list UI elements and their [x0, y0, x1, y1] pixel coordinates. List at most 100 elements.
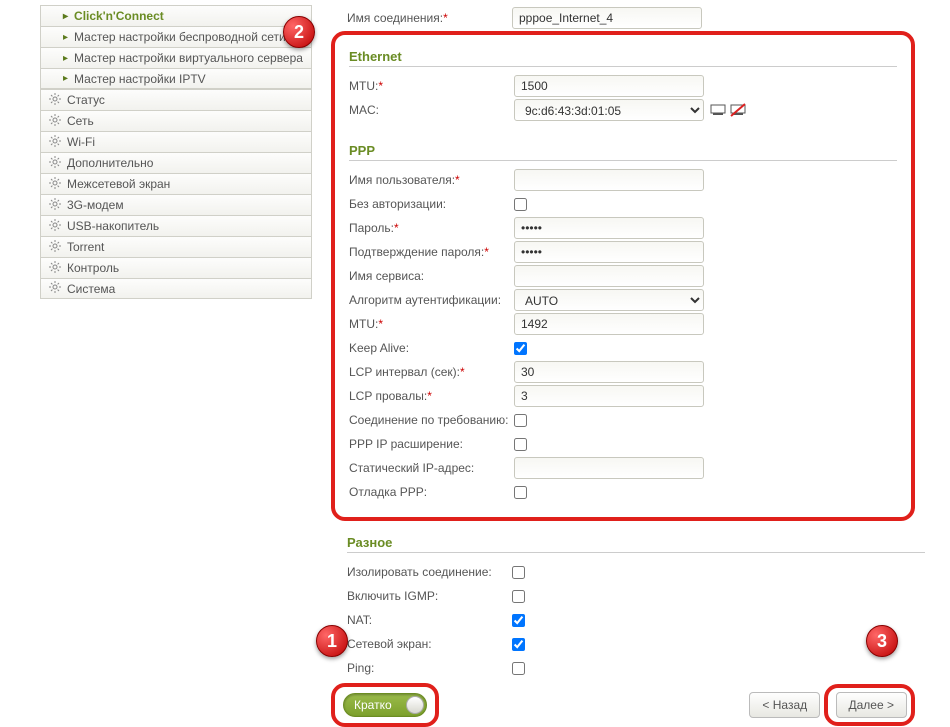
- back-button[interactable]: < Назад: [749, 692, 820, 718]
- sidebar-menu-item[interactable]: Система: [40, 278, 312, 299]
- misc-ping-checkbox[interactable]: [512, 662, 525, 675]
- ppp-mtu-input[interactable]: [514, 313, 704, 335]
- ppp-ondemand-checkbox[interactable]: [514, 414, 527, 427]
- sidebar-submenu-item[interactable]: ▸Мастер настройки виртуального сервера: [40, 47, 312, 68]
- sidebar-menu-item[interactable]: Контроль: [40, 257, 312, 278]
- sidebar-submenu-item[interactable]: ▸ Click'n'Connect: [40, 5, 312, 26]
- gear-icon: [49, 219, 67, 234]
- misc-isolate-checkbox[interactable]: [512, 566, 525, 579]
- eth-mtu-label: MTU:*: [349, 79, 514, 93]
- next-button[interactable]: Далее >: [836, 692, 908, 718]
- connection-name-label: Имя соединения:*: [347, 11, 512, 25]
- ppp-keepalive-checkbox[interactable]: [514, 342, 527, 355]
- sidebar-item-label: Межсетевой экран: [67, 177, 170, 191]
- eth-mac-label: MAC:: [349, 103, 514, 117]
- sidebar-item-label: Сеть: [67, 114, 94, 128]
- misc-isolate-label: Изолировать соединение:: [347, 565, 512, 579]
- main-panel: Имя соединения:* Ethernet MTU:* MAC: 9c:…: [312, 5, 925, 727]
- sidebar-submenu-item[interactable]: ▸ Мастер настройки беспроводной сети: [40, 26, 312, 47]
- ppp-authalg-label: Алгоритм аутентификации:: [349, 293, 514, 307]
- sidebar-item-label: Мастер настройки IPTV: [74, 72, 206, 86]
- sidebar: ▸ Click'n'Connect ▸ Мастер настройки беспро…: [40, 5, 312, 727]
- chevron-right-icon: ▸: [63, 73, 68, 84]
- ppp-noauth-label: Без авторизации:: [349, 197, 514, 211]
- gear-icon: [49, 135, 67, 150]
- ppp-ipext-checkbox[interactable]: [514, 438, 527, 451]
- brief-toggle[interactable]: Кратко: [343, 693, 427, 717]
- ppp-lcp-interval-input[interactable]: [514, 361, 704, 383]
- ppp-lcp-interval-label: LCP интервал (сек):*: [349, 365, 514, 379]
- sidebar-item-label: Wi-Fi: [67, 135, 95, 149]
- sidebar-menu-item[interactable]: Дополнительно: [40, 152, 312, 173]
- eth-mtu-input[interactable]: [514, 75, 704, 97]
- ppp-ipext-label: PPP IP расширение:: [349, 437, 514, 451]
- gear-icon: [49, 240, 67, 255]
- ppp-staticip-label: Статический IP-адрес:: [349, 461, 514, 475]
- sidebar-menu-item[interactable]: Статус: [40, 89, 312, 110]
- sidebar-item-label: Torrent: [67, 240, 104, 254]
- highlight-toggle: Кратко: [331, 683, 439, 727]
- sidebar-item-label: Дополнительно: [67, 156, 153, 170]
- sidebar-item-label: Контроль: [67, 261, 119, 275]
- sidebar-menu-item[interactable]: 3G-модем: [40, 194, 312, 215]
- misc-ping-label: Ping:: [347, 661, 512, 675]
- chevron-right-icon: ▸: [63, 53, 68, 64]
- misc-igmp-label: Включить IGMP:: [347, 589, 512, 603]
- section-ethernet-title: Ethernet: [349, 49, 897, 67]
- sidebar-item-label: Статус: [67, 93, 105, 107]
- ppp-username-label: Имя пользователя:*: [349, 173, 514, 187]
- ppp-username-input[interactable]: [514, 169, 704, 191]
- ppp-authalg-select[interactable]: AUTO: [514, 289, 704, 311]
- highlight-main-settings: Ethernet MTU:* MAC: 9c:d6:43:3d:01:05 PP…: [331, 31, 915, 521]
- sidebar-menu-item[interactable]: Межсетевой экран: [40, 173, 312, 194]
- misc-igmp-checkbox[interactable]: [512, 590, 525, 603]
- ppp-lcp-fail-label: LCP провалы:*: [349, 389, 514, 403]
- gear-icon: [49, 198, 67, 213]
- sidebar-menu-item[interactable]: Wi-Fi: [40, 131, 312, 152]
- misc-nat-label: NAT:: [347, 613, 512, 627]
- brief-toggle-label: Кратко: [354, 698, 392, 712]
- eth-mac-select[interactable]: 9c:d6:43:3d:01:05: [514, 99, 704, 121]
- ppp-password-confirm-input[interactable]: [514, 241, 704, 263]
- sidebar-item-label: 3G-модем: [67, 198, 124, 212]
- section-misc-title: Разное: [347, 535, 925, 553]
- connection-name-input[interactable]: [512, 7, 702, 29]
- chevron-right-icon: ▸: [63, 32, 68, 43]
- sidebar-item-label: Система: [67, 282, 115, 296]
- gear-icon: [49, 261, 67, 276]
- ppp-debug-label: Отладка PPP:: [349, 485, 514, 499]
- misc-fw-label: Сетевой экран:: [347, 637, 512, 651]
- gear-icon: [49, 156, 67, 171]
- chevron-right-icon: ▸: [63, 11, 68, 22]
- ppp-password-confirm-label: Подтверждение пароля:*: [349, 245, 514, 259]
- gear-icon: [49, 281, 67, 296]
- ppp-staticip-input[interactable]: [514, 457, 704, 479]
- misc-fw-checkbox[interactable]: [512, 638, 525, 651]
- ppp-password-input[interactable]: [514, 217, 704, 239]
- gear-icon: [49, 93, 67, 108]
- sidebar-menu-item[interactable]: Сеть: [40, 110, 312, 131]
- misc-nat-checkbox[interactable]: [512, 614, 525, 627]
- sidebar-submenu-item[interactable]: ▸ Мастер настройки IPTV: [40, 68, 312, 89]
- highlight-next: Далее >: [824, 684, 916, 726]
- ppp-ondemand-label: Соединение по требованию:: [349, 413, 514, 427]
- sidebar-menu-item[interactable]: USB-накопитель: [40, 215, 312, 236]
- ppp-service-input[interactable]: [514, 265, 704, 287]
- gear-icon: [49, 177, 67, 192]
- ppp-debug-checkbox[interactable]: [514, 486, 527, 499]
- annotation-marker-2: 2: [283, 16, 315, 48]
- ppp-service-label: Имя сервиса:: [349, 269, 514, 283]
- sidebar-item-label: USB-накопитель: [67, 219, 159, 233]
- sidebar-menu-item[interactable]: Torrent: [40, 236, 312, 257]
- nic-icon[interactable]: [710, 103, 726, 117]
- ppp-keepalive-label: Keep Alive:: [349, 341, 514, 355]
- sidebar-item-label: Мастер настройки беспроводной сети: [74, 30, 286, 44]
- ppp-mtu-label: MTU:*: [349, 317, 514, 331]
- section-ppp-title: PPP: [349, 143, 897, 161]
- annotation-marker-1: 1: [316, 625, 348, 657]
- ppp-lcp-fail-input[interactable]: [514, 385, 704, 407]
- nic-clear-icon[interactable]: [730, 103, 746, 117]
- ppp-noauth-checkbox[interactable]: [514, 198, 527, 211]
- ppp-password-label: Пароль:*: [349, 221, 514, 235]
- sidebar-item-label: Click'n'Connect: [74, 9, 164, 23]
